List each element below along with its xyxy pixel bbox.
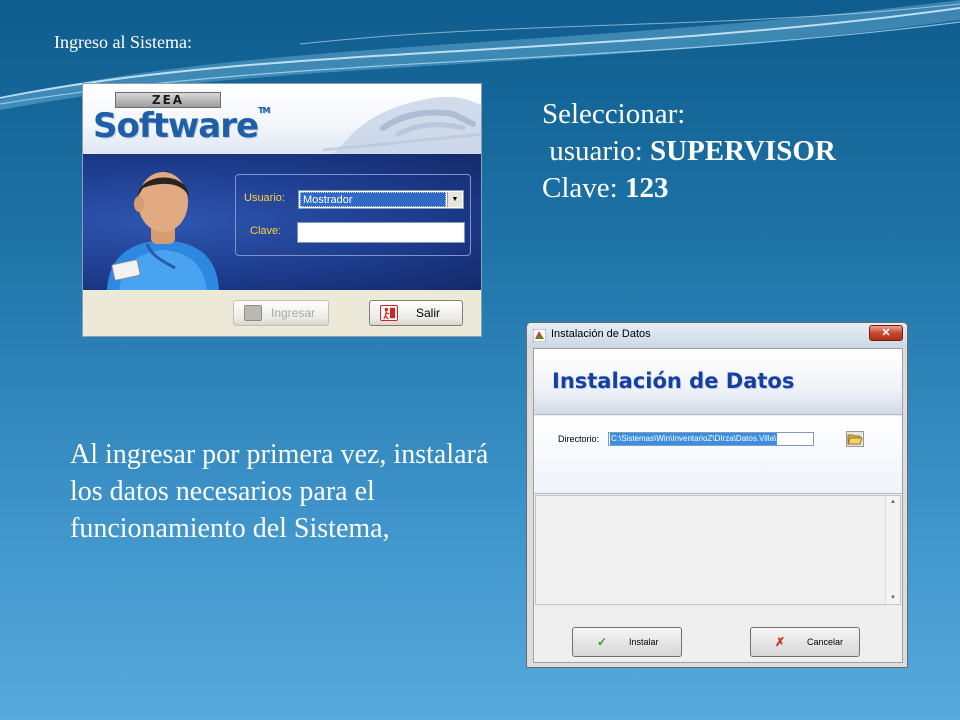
close-button[interactable]: ✕ bbox=[869, 325, 903, 341]
brand-logo: SoftwareTM bbox=[93, 106, 271, 146]
install-footer: ✓ Instalar ✗ Cancelar bbox=[534, 607, 902, 662]
salir-button[interactable]: Salir bbox=[369, 300, 463, 326]
slide-title: Ingreso al Sistema: bbox=[54, 32, 192, 52]
browse-folder-button[interactable] bbox=[846, 431, 864, 447]
user-value: SUPERVISOR bbox=[649, 135, 836, 167]
checkmark-icon: ✓ bbox=[597, 635, 608, 649]
instructions-password: Clave: 123 bbox=[542, 172, 669, 204]
instructions-select: Seleccionar: bbox=[542, 98, 686, 130]
chevron-down-icon[interactable]: ▼ bbox=[447, 192, 462, 207]
ingresar-button[interactable]: Ingresar bbox=[233, 300, 329, 326]
scroll-down-icon[interactable]: ▼ bbox=[886, 592, 900, 604]
usuario-label: Usuario: bbox=[244, 192, 285, 204]
clave-label: Clave: bbox=[250, 225, 282, 237]
install-frame: Instalación de Datos Directorio: C:\Sist… bbox=[533, 348, 903, 663]
login-instructions: Seleccionar: usuario: SUPERVISOR Clave: … bbox=[542, 96, 836, 207]
credentials-box bbox=[235, 174, 471, 256]
install-titlebar[interactable]: Instalación de Datos ✕ bbox=[527, 323, 907, 348]
keyboard-hand-icon bbox=[323, 97, 481, 154]
directorio-input[interactable]: C:\Sistemas\Win\InventarioZ\DIrza\Datos.… bbox=[608, 432, 814, 446]
usuario-select[interactable]: Mostrador ▼ bbox=[298, 190, 464, 209]
progress-log-area: ▲ ▼ bbox=[535, 495, 901, 605]
directorio-value: C:\Sistemas\Win\InventarioZ\DIrza\Datos.… bbox=[610, 433, 778, 445]
red-x-icon: ✗ bbox=[775, 635, 786, 649]
directorio-label: Directorio: bbox=[558, 434, 600, 444]
instalar-button[interactable]: ✓ Instalar bbox=[572, 627, 682, 657]
instructions-user: usuario: SUPERVISOR bbox=[542, 135, 836, 167]
user-avatar-icon bbox=[107, 172, 219, 290]
install-note: Al ingresar por primera vez, instalará l… bbox=[70, 439, 489, 544]
login-window: ZEA SoftwareTM Usuario: Mostrador ▼ Clav… bbox=[82, 83, 482, 337]
directory-panel: Directorio: C:\Sistemas\Win\InventarioZ\… bbox=[534, 416, 902, 494]
app-icon bbox=[533, 329, 546, 342]
install-heading: Instalación de Datos bbox=[552, 369, 795, 393]
log-scrollbar[interactable]: ▲ ▼ bbox=[885, 496, 900, 604]
install-header: Instalación de Datos bbox=[534, 349, 902, 415]
scroll-up-icon[interactable]: ▲ bbox=[886, 496, 900, 508]
password-value: 123 bbox=[624, 172, 669, 204]
clave-input[interactable] bbox=[297, 222, 465, 243]
install-window: Instalación de Datos ✕ Instalación de Da… bbox=[526, 322, 908, 668]
cancelar-button[interactable]: ✗ Cancelar bbox=[750, 627, 860, 657]
login-banner: ZEA SoftwareTM bbox=[83, 84, 481, 154]
brand-tm: TM bbox=[258, 106, 270, 115]
usuario-value: Mostrador bbox=[300, 192, 446, 207]
open-folder-icon bbox=[847, 434, 863, 445]
install-window-title: Instalación de Datos bbox=[551, 328, 651, 340]
